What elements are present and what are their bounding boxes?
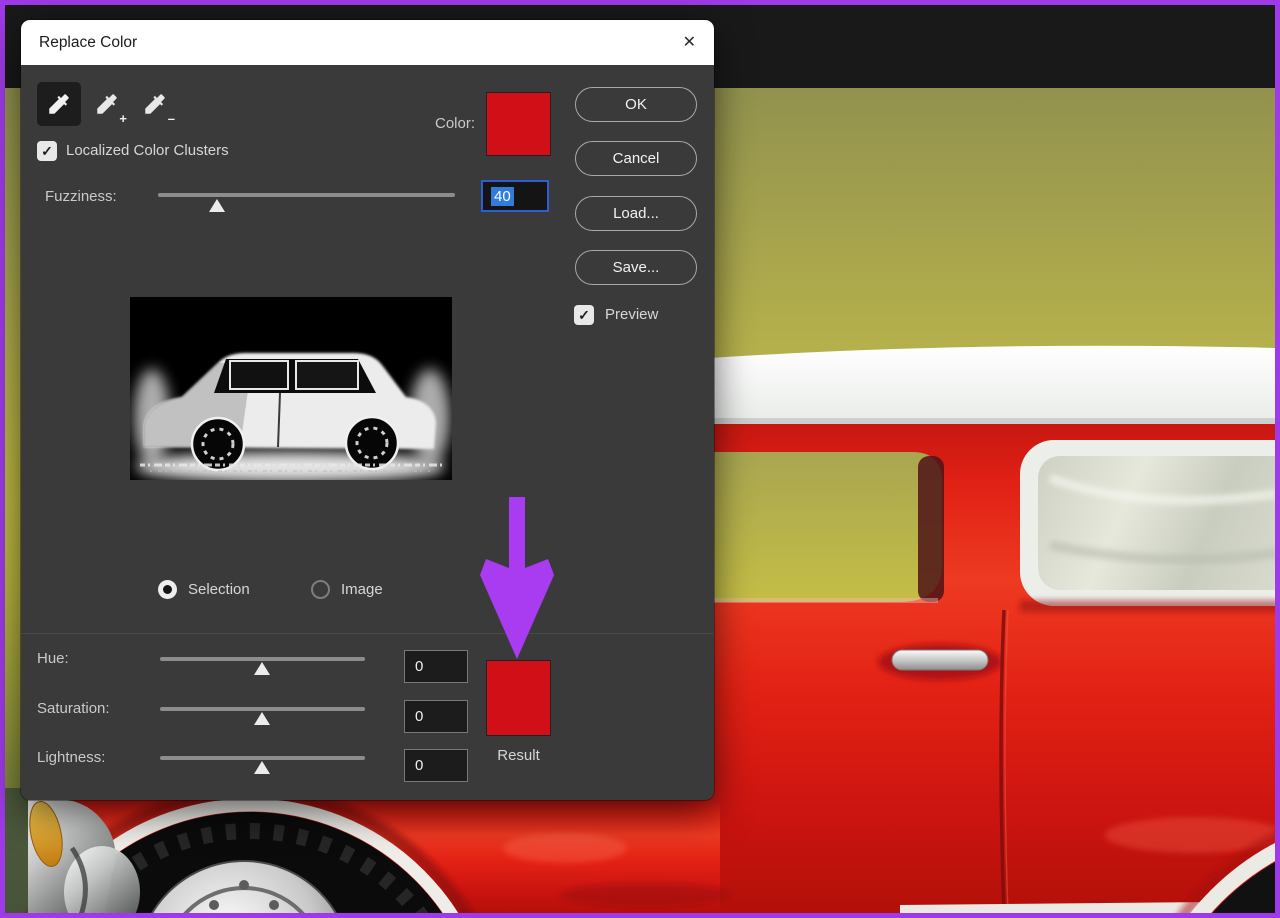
color-label: Color: <box>381 116 475 132</box>
add-to-sample-tool[interactable]: + <box>85 82 129 126</box>
saturation-slider-track[interactable] <box>160 707 365 711</box>
hue-slider-track[interactable] <box>160 657 365 661</box>
hue-slider-thumb[interactable] <box>254 662 270 675</box>
preview-label: Preview <box>605 307 658 323</box>
fuzziness-slider-thumb[interactable] <box>209 199 225 212</box>
arrow-shape <box>480 497 554 659</box>
saturation-slider-thumb[interactable] <box>254 712 270 725</box>
check-icon: ✓ <box>578 307 590 324</box>
lightness-slider-thumb[interactable] <box>254 761 270 774</box>
fuzziness-input[interactable]: 40 <box>481 180 549 212</box>
close-icon[interactable]: ✕ <box>683 35 696 51</box>
hue-label: Hue: <box>37 651 69 667</box>
subtract-from-sample-tool[interactable]: – <box>133 82 177 126</box>
mask-rear-wheel <box>346 417 398 469</box>
door-handle <box>892 650 988 670</box>
plus-glyph: + <box>119 112 127 125</box>
annotation-arrow <box>455 490 565 665</box>
localized-clusters-checkbox[interactable]: ✓ <box>37 141 57 161</box>
lightness-slider-track[interactable] <box>160 756 365 760</box>
lightness-input[interactable]: 0 <box>404 749 468 782</box>
selected-color-swatch[interactable] <box>487 93 550 155</box>
dialog-title: Replace Color <box>39 34 137 52</box>
fuzziness-label: Fuzziness: <box>45 189 117 205</box>
result-label: Result <box>487 748 550 764</box>
screenshot-root: { "window": { "title": "Replace Color" }… <box>0 0 1280 918</box>
door-window-opening <box>700 452 942 602</box>
eyedropper-plus-icon <box>94 91 120 117</box>
check-icon: ✓ <box>41 143 53 160</box>
cancel-button[interactable]: Cancel <box>575 141 697 176</box>
localized-clusters-label: Localized Color Clusters <box>66 143 229 159</box>
save-button[interactable]: Save... <box>575 250 697 285</box>
preview-thumbnail[interactable] <box>130 297 452 480</box>
dialog-titlebar[interactable]: Replace Color ✕ <box>21 20 714 65</box>
preview-checkbox[interactable]: ✓ <box>574 305 594 325</box>
hue-value: 0 <box>415 658 423 675</box>
saturation-input[interactable]: 0 <box>404 700 468 733</box>
fuzziness-value: 40 <box>491 187 514 206</box>
lightness-value: 0 <box>415 757 423 774</box>
eyedropper-icon <box>46 91 72 117</box>
saturation-value: 0 <box>415 708 423 725</box>
radio-selection[interactable] <box>158 580 177 599</box>
radio-image[interactable] <box>311 580 330 599</box>
section-divider <box>21 633 714 634</box>
eyedropper-minus-icon <box>142 91 168 117</box>
lightness-label: Lightness: <box>37 750 105 766</box>
fuzziness-slider-track[interactable] <box>158 193 455 197</box>
mask-front-wheel <box>192 418 244 470</box>
radio-selection-label: Selection <box>188 582 250 598</box>
ok-button[interactable]: OK <box>575 87 697 122</box>
saturation-label: Saturation: <box>37 701 110 717</box>
rear-window-glass <box>1038 456 1280 590</box>
eyedropper-tool[interactable] <box>37 82 81 126</box>
replace-color-dialog: Replace Color ✕ + – ✓ Localized Color Cl… <box>21 20 714 800</box>
minus-glyph: – <box>168 112 175 125</box>
result-color-swatch[interactable] <box>487 661 550 735</box>
radio-image-label: Image <box>341 582 383 598</box>
load-button[interactable]: Load... <box>575 196 697 231</box>
